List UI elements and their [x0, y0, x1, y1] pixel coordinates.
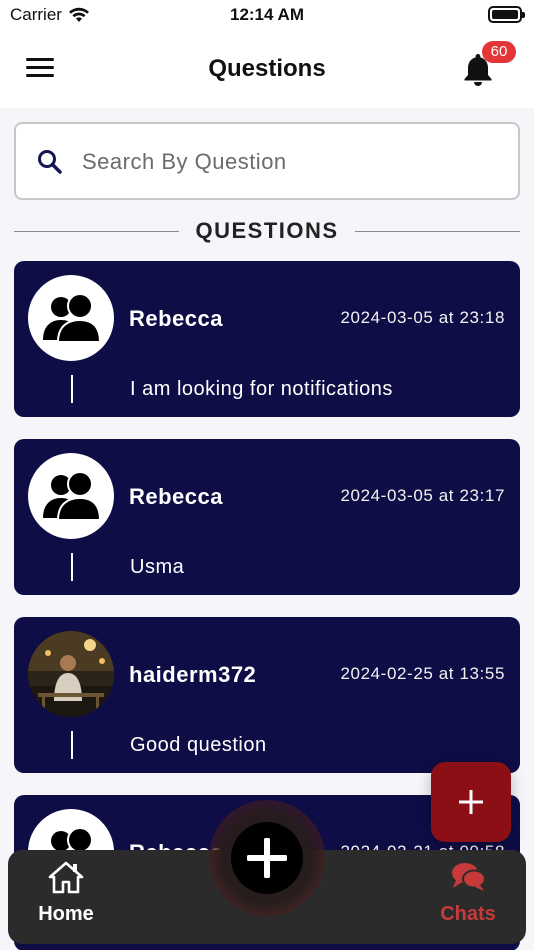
question-text: Good question: [130, 734, 267, 756]
tab-chats-label: Chats: [440, 903, 496, 925]
divider-line: [354, 230, 521, 232]
question-text: I am looking for notifications: [130, 378, 393, 400]
avatar: [28, 275, 114, 361]
section-header: QUESTIONS: [14, 216, 521, 246]
plus-icon: [459, 790, 483, 814]
avatar: [28, 631, 114, 717]
search-input[interactable]: [82, 142, 502, 182]
battery-icon: [488, 6, 525, 23]
app-header: Questions: [0, 30, 534, 108]
chat-bubbles-icon: [452, 863, 486, 891]
tab-home-label: Home: [38, 903, 94, 925]
section-title: QUESTIONS: [195, 218, 339, 243]
default-user-icon: [43, 293, 102, 343]
search-icon: [38, 150, 62, 174]
search-bar: [14, 122, 520, 200]
avatar: [28, 453, 114, 539]
center-add-button[interactable]: [231, 822, 303, 894]
question-timestamp: 2024-03-05 at 23:18: [340, 308, 505, 327]
question-author: Rebecca: [129, 484, 224, 509]
question-timestamp: 2024-03-05 at 23:17: [340, 486, 505, 505]
plus-icon: [247, 838, 287, 878]
home-icon: [48, 861, 84, 894]
thread-line: [71, 731, 73, 759]
divider-line: [14, 230, 180, 232]
question-card[interactable]: Rebecca 2024-03-05 at 23:18 I am looking…: [14, 261, 520, 417]
add-question-button[interactable]: [431, 762, 511, 842]
status-time: 12:14 AM: [229, 5, 304, 24]
profile-photo: [28, 631, 114, 717]
question-author: haiderm372: [129, 662, 257, 687]
default-user-icon: [43, 471, 102, 521]
thread-line: [71, 375, 73, 403]
notification-count-badge: 60: [482, 41, 516, 63]
thread-line: [71, 553, 73, 581]
question-author: Rebecca: [129, 306, 224, 331]
tab-home[interactable]: Home: [11, 860, 121, 936]
question-timestamp: 2024-02-25 at 13:55: [340, 664, 505, 683]
question-card[interactable]: haiderm372 2024-02-25 at 13:55 Good ques…: [14, 617, 520, 773]
page-title: Questions: [208, 55, 326, 82]
status-bar: Carrier 12:14 AM: [0, 0, 534, 30]
tab-chats[interactable]: Chats: [413, 860, 523, 936]
question-card[interactable]: Rebecca 2024-03-05 at 23:17 Usma: [14, 439, 520, 595]
question-text: Usma: [130, 556, 185, 578]
